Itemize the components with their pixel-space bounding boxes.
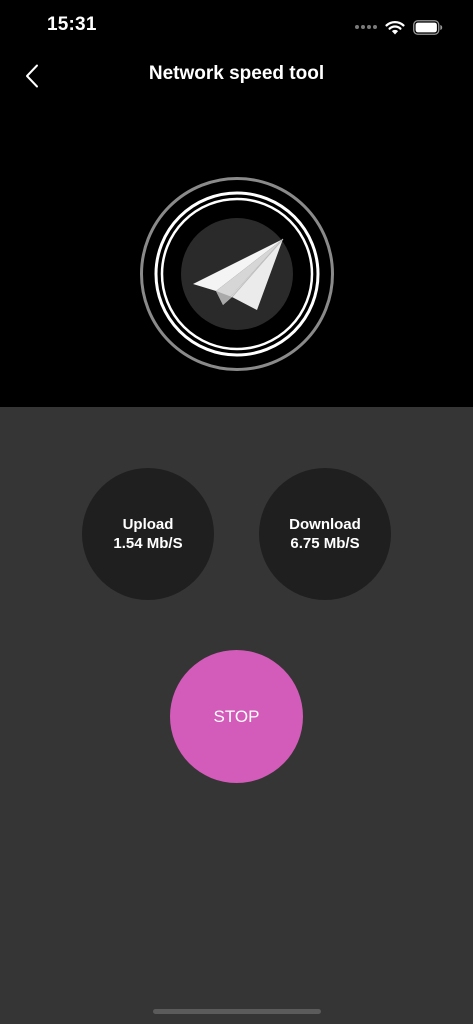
home-indicator[interactable] bbox=[153, 1009, 321, 1014]
download-label: Download bbox=[289, 516, 361, 533]
battery-icon bbox=[413, 19, 443, 35]
cellular-dots-icon bbox=[355, 25, 377, 29]
status-icons bbox=[355, 16, 443, 38]
stop-button[interactable]: STOP bbox=[170, 650, 303, 783]
upload-label: Upload bbox=[122, 516, 174, 533]
speed-test-screen: 15:31 Network speed tool Upload 1.54 Mb/… bbox=[0, 0, 473, 1024]
speed-test-logo bbox=[140, 177, 334, 371]
wifi-icon bbox=[385, 20, 405, 34]
header-area: 15:31 Network speed tool bbox=[0, 0, 473, 407]
upload-value: 1.54 Mb/S bbox=[113, 535, 183, 552]
upload-stat: Upload 1.54 Mb/S bbox=[82, 468, 214, 600]
page-title: Network speed tool bbox=[148, 63, 325, 84]
download-value: 6.75 Mb/S bbox=[290, 535, 360, 552]
status-time: 15:31 bbox=[47, 14, 97, 35]
download-stat: Download 6.75 Mb/S bbox=[259, 468, 391, 600]
